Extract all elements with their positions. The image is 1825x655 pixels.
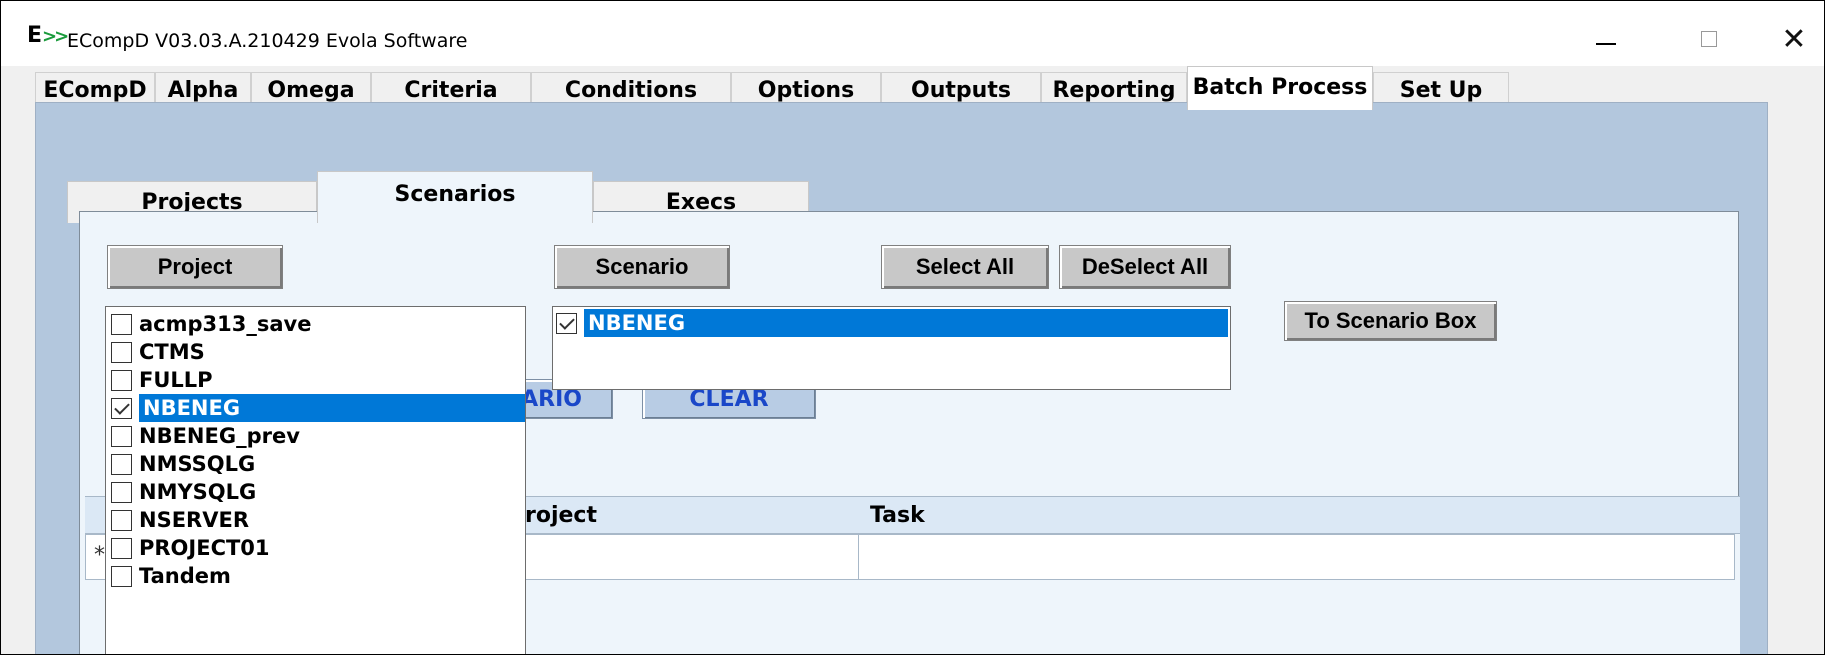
list-item[interactable]: PROJECT01 <box>111 534 525 562</box>
checkbox[interactable] <box>111 425 132 447</box>
project-item-label: CTMS <box>139 340 205 364</box>
column-header-task[interactable]: Task <box>870 503 925 528</box>
maximize-icon <box>1701 31 1717 47</box>
project-checklist[interactable]: acmp313_save CTMS FULLP NBENEG NBENEG_pr… <box>105 306 526 654</box>
main-tab-strip: ECompD Alpha Omega Criteria Conditions O… <box>1 66 1824 110</box>
checkbox[interactable] <box>111 565 132 587</box>
project-item-label: FULLP <box>139 368 213 392</box>
checkbox-checked[interactable] <box>556 312 577 334</box>
checkbox[interactable] <box>111 453 132 475</box>
new-row-marker: * <box>94 543 105 568</box>
checkbox[interactable] <box>111 313 132 335</box>
close-button[interactable]: ✕ <box>1769 19 1819 59</box>
project-item-label: NBENEG <box>139 394 525 422</box>
app-logo-icon: E>> <box>27 23 69 48</box>
minimize-icon <box>1596 43 1616 45</box>
list-item[interactable]: Tandem <box>111 562 525 590</box>
list-item[interactable]: NBENEG_prev <box>111 422 525 450</box>
scenario-item-label: NBENEG <box>584 309 1228 337</box>
scenario-listbox[interactable]: NBENEG <box>552 306 1231 390</box>
logo-arrows: >> <box>42 26 69 47</box>
checkbox[interactable] <box>111 537 132 559</box>
window-title: ECompD V03.03.A.210429 Evola Software <box>67 30 468 52</box>
deselect-all-button[interactable]: DeSelect All <box>1059 245 1231 289</box>
checkbox-checked[interactable] <box>111 397 132 419</box>
minimize-button[interactable] <box>1581 19 1631 59</box>
project-item-label: NMSSQLG <box>139 452 256 476</box>
list-item[interactable]: acmp313_save <box>111 310 525 338</box>
checkbox[interactable] <box>111 369 132 391</box>
list-item[interactable]: NMYSQLG <box>111 478 525 506</box>
close-icon: ✕ <box>1781 21 1807 57</box>
list-item[interactable]: CTMS <box>111 338 525 366</box>
tab-batch-process[interactable]: Batch Process <box>1187 66 1373 110</box>
logo-letter: E <box>27 23 43 48</box>
list-item[interactable]: NMSSQLG <box>111 450 525 478</box>
project-item-label: PROJECT01 <box>139 536 270 560</box>
list-item[interactable]: FULLP <box>111 366 525 394</box>
title-bar: E>> ECompD V03.03.A.210429 Evola Softwar… <box>1 1 1824 66</box>
project-item-label: NSERVER <box>139 508 249 532</box>
to-scenario-box-button[interactable]: To Scenario Box <box>1284 301 1497 341</box>
project-item-label: Tandem <box>139 564 231 588</box>
app-window: E>> ECompD V03.03.A.210429 Evola Softwar… <box>0 0 1825 655</box>
project-item-label: NMYSQLG <box>139 480 257 504</box>
checkbox[interactable] <box>111 341 132 363</box>
tab-scenarios[interactable]: Scenarios <box>317 171 593 223</box>
checkbox[interactable] <box>111 481 132 503</box>
select-all-button[interactable]: Select All <box>881 245 1049 289</box>
project-item-label: acmp313_save <box>139 312 312 336</box>
scenario-button[interactable]: Scenario <box>554 245 730 289</box>
maximize-button[interactable] <box>1684 19 1734 59</box>
checkbox[interactable] <box>111 509 132 531</box>
column-header-project[interactable]: roject <box>525 503 597 528</box>
project-item-label: NBENEG_prev <box>139 424 300 448</box>
list-item[interactable]: NBENEG <box>556 309 1228 337</box>
list-item[interactable]: NSERVER <box>111 506 525 534</box>
list-item[interactable]: NBENEG <box>111 394 525 422</box>
grid-column-divider <box>858 535 859 579</box>
project-button[interactable]: Project <box>107 245 283 289</box>
